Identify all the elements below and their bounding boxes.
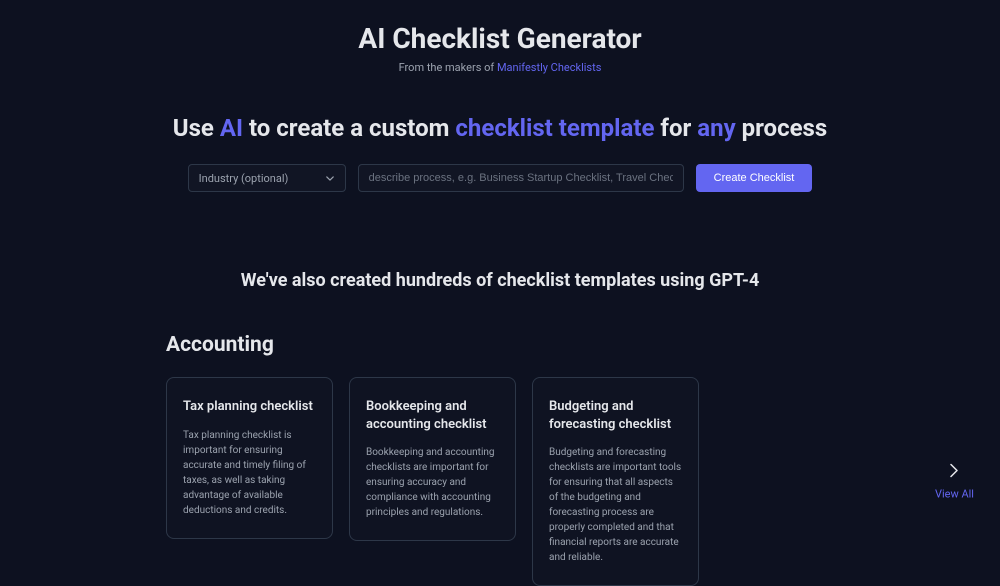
category-title: Accounting (166, 333, 834, 357)
tagline-part2: to create a custom (243, 114, 455, 142)
tagline: Use AI to create a custom checklist temp… (0, 114, 1000, 142)
process-input[interactable] (358, 164, 684, 192)
tagline-highlight-any: any (697, 114, 735, 142)
chevron-right-icon (950, 463, 958, 477)
card-title: Budgeting and forecasting checklist (549, 398, 682, 433)
checklist-card[interactable]: Bookkeeping and accounting checklist Boo… (349, 377, 516, 541)
card-desc: Tax planning checklist is important for … (183, 428, 316, 518)
tagline-highlight-template: checklist template (455, 114, 654, 142)
category-section: Accounting Tax planning checklist Tax pl… (166, 333, 834, 586)
view-all-label: View All (935, 487, 974, 500)
subtitle: From the makers of Manifestly Checklists (0, 61, 1000, 74)
subtitle-link[interactable]: Manifestly Checklists (497, 61, 601, 74)
industry-select-label: Industry (optional) (199, 172, 289, 185)
checklist-card[interactable]: Tax planning checklist Tax planning chec… (166, 377, 333, 539)
subtitle-prefix: From the makers of (399, 61, 497, 74)
tagline-part1: Use (173, 114, 220, 142)
card-title: Tax planning checklist (183, 398, 316, 416)
view-all-button[interactable]: View All (935, 463, 974, 500)
cards-row: Tax planning checklist Tax planning chec… (166, 377, 834, 586)
chevron-down-icon (325, 173, 335, 183)
section-heading: We've also created hundreds of checklist… (0, 270, 1000, 291)
tagline-part4: process (736, 114, 828, 142)
industry-select[interactable]: Industry (optional) (188, 164, 346, 192)
card-desc: Bookkeeping and accounting checklists ar… (366, 445, 499, 520)
create-checklist-button[interactable]: Create Checklist (696, 164, 813, 192)
form-row: Industry (optional) Create Checklist (0, 164, 1000, 192)
tagline-highlight-ai: AI (220, 114, 243, 142)
checklist-card[interactable]: Budgeting and forecasting checklist Budg… (532, 377, 699, 586)
card-desc: Budgeting and forecasting checklists are… (549, 445, 682, 565)
tagline-part3: for (654, 114, 697, 142)
page-title: AI Checklist Generator (0, 22, 1000, 55)
card-title: Bookkeeping and accounting checklist (366, 398, 499, 433)
